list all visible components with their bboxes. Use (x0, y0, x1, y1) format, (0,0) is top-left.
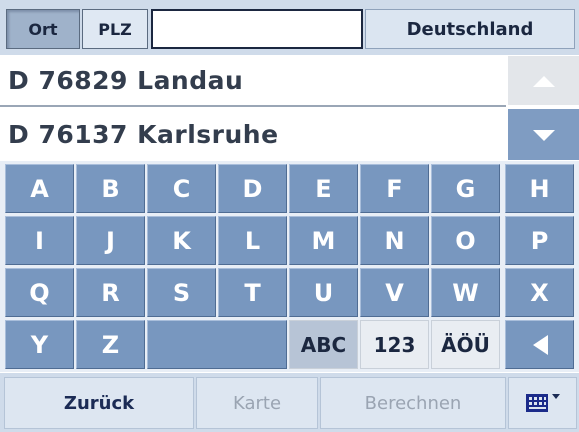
key-i[interactable]: I (5, 216, 74, 265)
scroll-up-button[interactable] (508, 56, 579, 107)
key-backspace[interactable] (505, 320, 574, 369)
key-q[interactable]: Q (5, 268, 74, 317)
map-button[interactable]: Karte (196, 377, 318, 429)
key-b[interactable]: B (76, 164, 145, 213)
key-u[interactable]: U (289, 268, 358, 317)
key-o[interactable]: O (431, 216, 500, 265)
key-e[interactable]: E (289, 164, 358, 213)
country-button[interactable]: Deutschland (365, 9, 575, 49)
key-k[interactable]: K (147, 216, 216, 265)
keyboard-layout-button[interactable] (508, 377, 577, 429)
search-input[interactable] (151, 9, 363, 49)
tab-ort[interactable]: Ort (6, 9, 80, 49)
key-l[interactable]: L (218, 216, 287, 265)
backspace-arrow-icon (532, 334, 548, 355)
key-z[interactable]: Z (76, 320, 145, 369)
arrow-up-icon (532, 75, 555, 87)
keyboard-grid-icon (525, 394, 560, 412)
key-g[interactable]: G (431, 164, 500, 213)
key-h[interactable]: H (505, 164, 574, 213)
key-c[interactable]: C (147, 164, 216, 213)
key-mode-abc[interactable]: ABC (289, 320, 358, 369)
key-mode-123[interactable]: 123 (360, 320, 429, 369)
result-item[interactable]: D 76137 Karlsruhe (0, 109, 506, 160)
key-mode-umlaut[interactable]: ÄÖÜ (431, 320, 500, 369)
key-r[interactable]: R (76, 268, 145, 317)
key-j[interactable]: J (76, 216, 145, 265)
result-item[interactable]: D 76829 Landau (0, 56, 506, 107)
key-d[interactable]: D (218, 164, 287, 213)
key-w[interactable]: W (431, 268, 500, 317)
calculate-button[interactable]: Berechnen (320, 377, 506, 429)
key-n[interactable]: N (360, 216, 429, 265)
key-f[interactable]: F (360, 164, 429, 213)
key-s[interactable]: S (147, 268, 216, 317)
arrow-down-icon (532, 129, 555, 141)
key-x[interactable]: X (505, 268, 574, 317)
key-a[interactable]: A (5, 164, 74, 213)
keyboard: A B C D E F G H I J K L M N O P Q R S T … (0, 161, 579, 372)
key-t[interactable]: T (218, 268, 287, 317)
scroll-down-button[interactable] (508, 109, 579, 160)
key-space[interactable] (147, 320, 287, 369)
key-y[interactable]: Y (5, 320, 74, 369)
back-button[interactable]: Zurück (4, 377, 194, 429)
tab-plz[interactable]: PLZ (82, 9, 148, 49)
key-v[interactable]: V (360, 268, 429, 317)
key-p[interactable]: P (505, 216, 574, 265)
key-m[interactable]: M (289, 216, 358, 265)
